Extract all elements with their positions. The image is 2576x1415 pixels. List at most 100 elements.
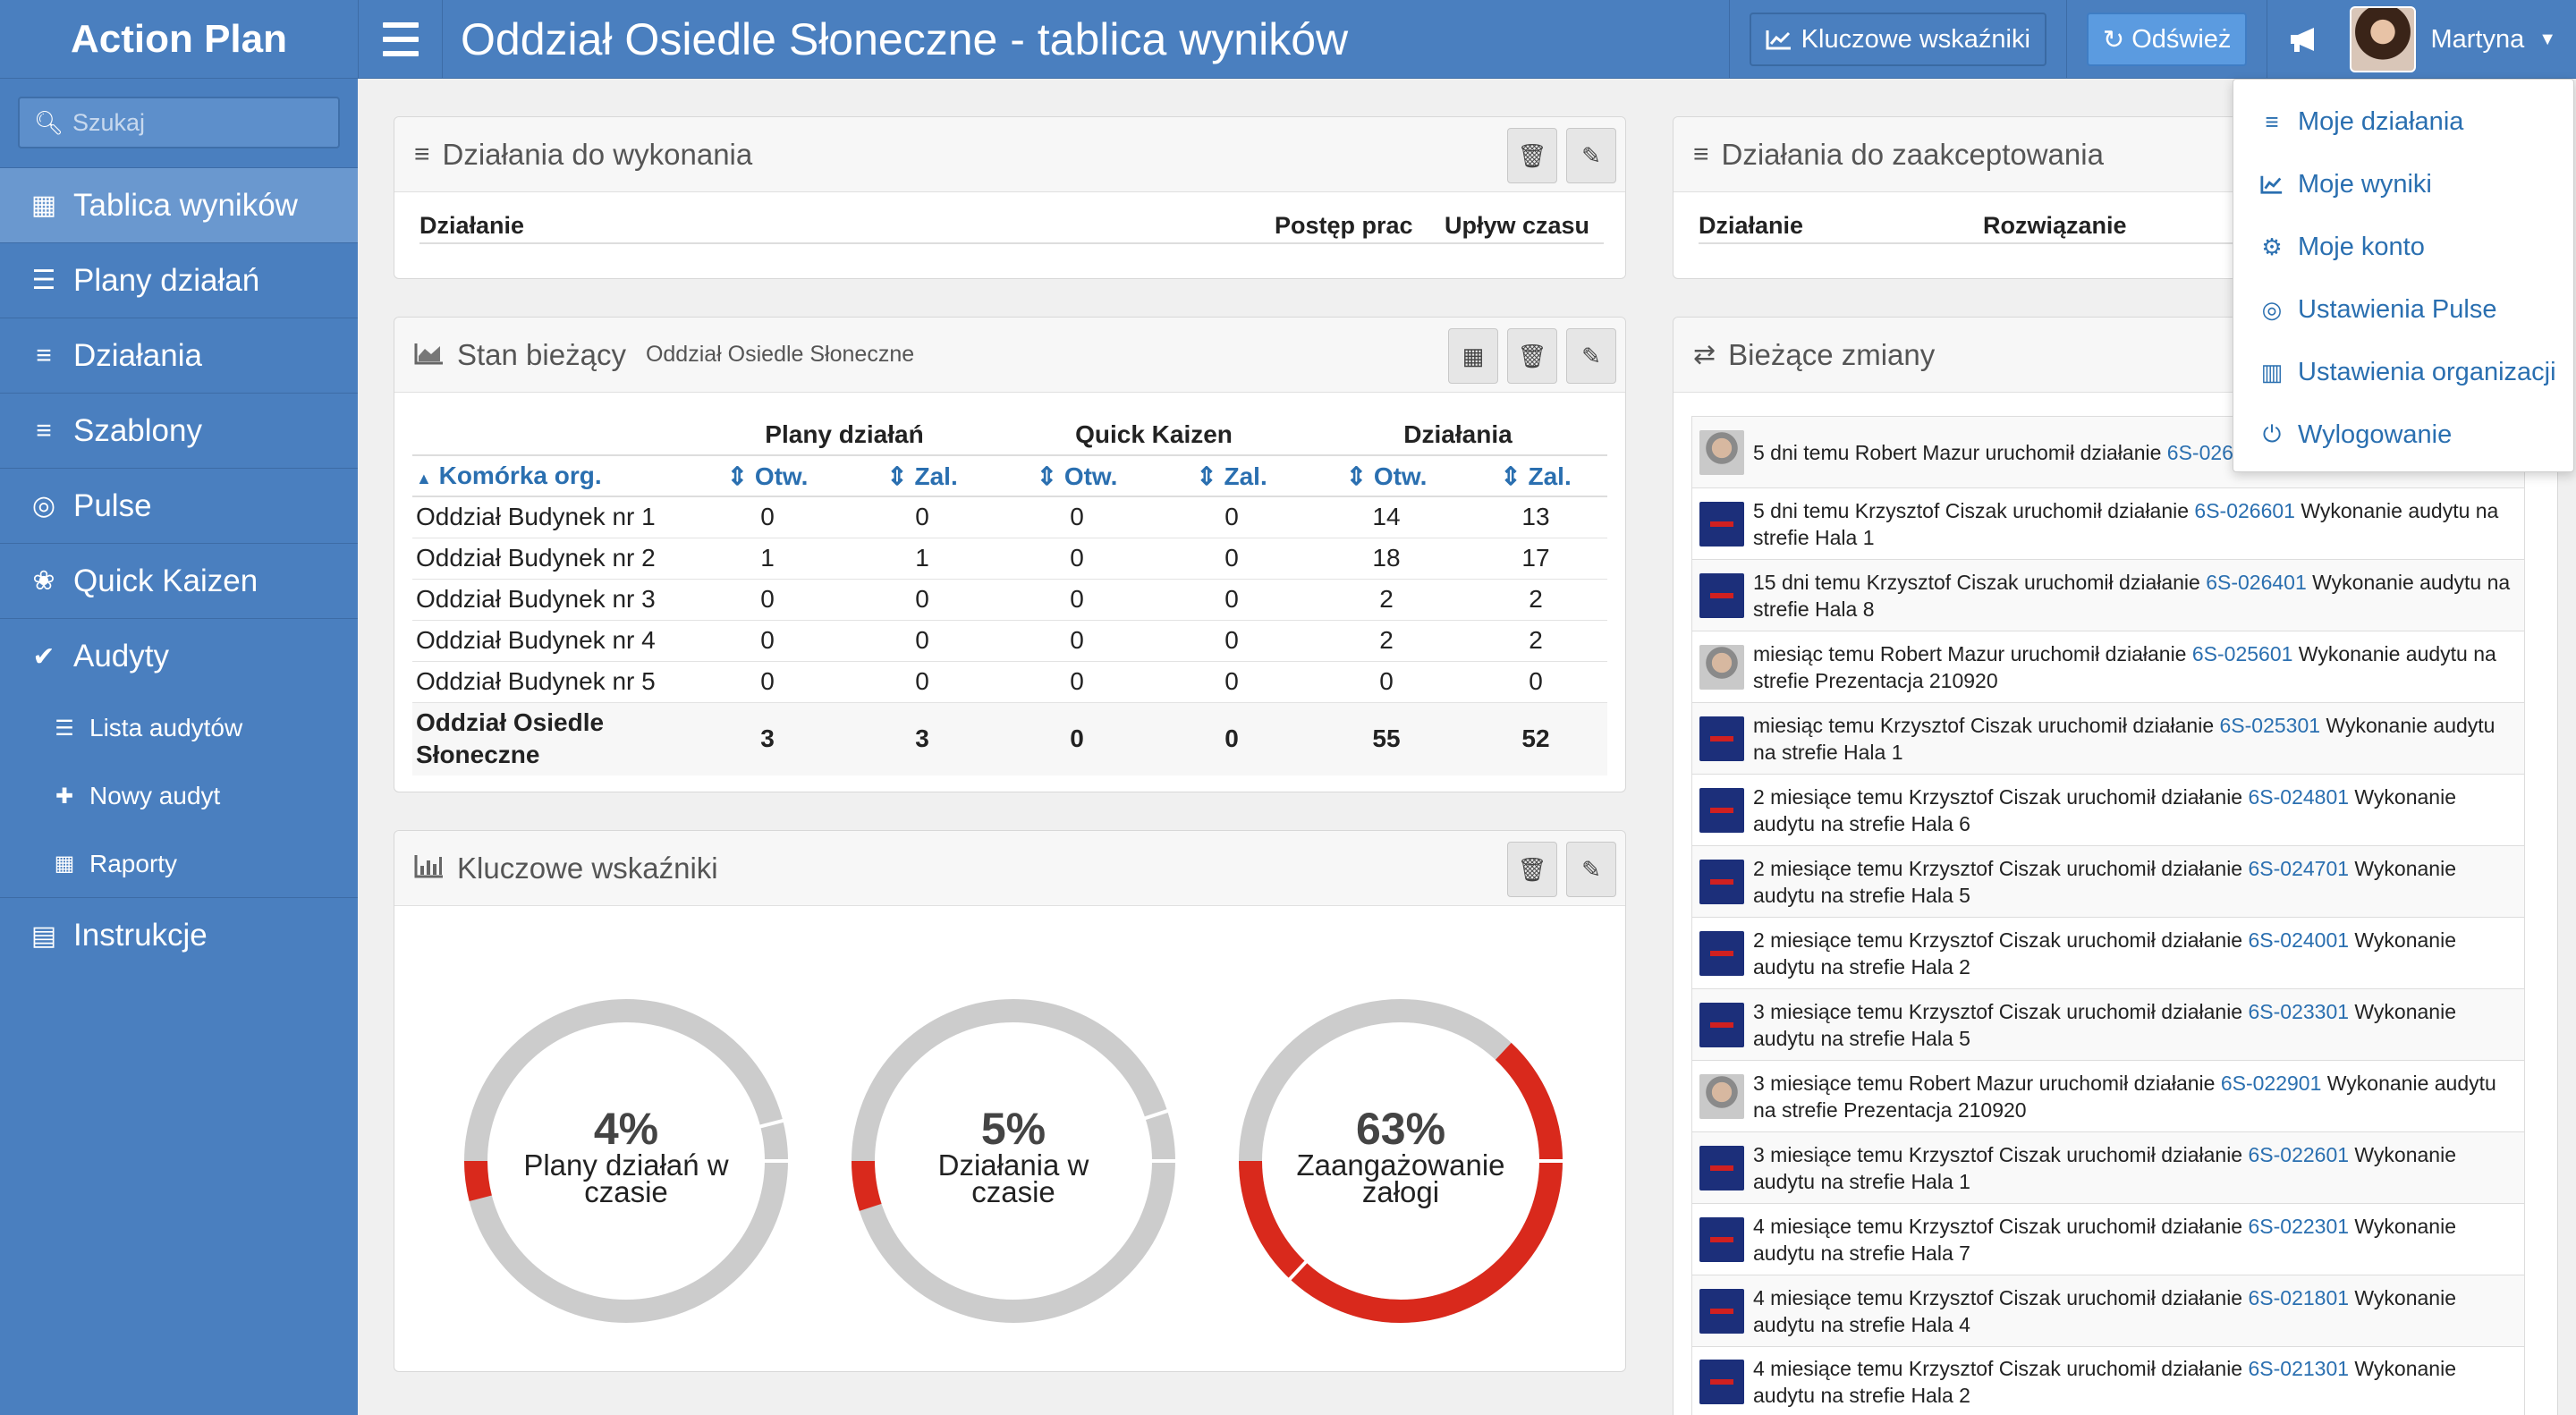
avatar: [1699, 1288, 1744, 1334]
table-cell: 13: [1464, 496, 1607, 538]
group-header: Quick Kaizen: [999, 414, 1309, 456]
sort-header[interactable]: ⇕ Otw.: [690, 455, 845, 497]
kpi-button[interactable]: Kluczowe wskaźniki: [1749, 13, 2046, 66]
panel-title: Działania do wykonania: [442, 137, 753, 171]
menu-item-my-results[interactable]: Moje wyniki: [2233, 153, 2573, 216]
brand-logo[interactable]: Action Plan: [0, 0, 358, 79]
lightbulb-icon: ❀: [32, 566, 55, 596]
sort-header[interactable]: ⇕ Otw.: [1309, 455, 1464, 497]
panel-current-state: Stan bieżący Oddział Osiedle Słoneczne ▦…: [394, 317, 1626, 792]
menu-item-my-actions[interactable]: ≡ Moje działania: [2233, 90, 2573, 153]
sidebar-item-templates[interactable]: ≡ Szablony: [0, 394, 358, 469]
panel-subtitle: Oddział Osiedle Słoneczne: [645, 342, 915, 367]
menu-item-org-settings[interactable]: ▥ Ustawienia organizacji: [2233, 341, 2573, 403]
column-header: Rozwiązanie: [1983, 212, 2127, 239]
avatar: [1699, 716, 1744, 761]
action-link[interactable]: 6S-022601: [2248, 1143, 2349, 1166]
sort-header-org-unit[interactable]: ▲ Komórka org.: [412, 455, 690, 497]
sidebar-item-quick-kaizen[interactable]: ❀ Quick Kaizen: [0, 544, 358, 619]
sidebar-item-actions[interactable]: ≡ Działania: [0, 318, 358, 394]
delete-button[interactable]: 🗑︎: [1507, 328, 1557, 384]
action-link[interactable]: 6S-023301: [2248, 1000, 2349, 1023]
table-row: Oddział Budynek nr 5000000: [412, 661, 1607, 703]
menu-item-label: Moje konto: [2298, 232, 2425, 261]
action-link[interactable]: 6S-024701: [2248, 857, 2349, 880]
megaphone-icon[interactable]: [2287, 25, 2321, 54]
column-header: Działanie: [1699, 212, 1804, 239]
org-unit-name[interactable]: Oddział Budynek nr 1: [412, 496, 690, 538]
delete-button[interactable]: 🗑︎: [1507, 842, 1557, 897]
target-icon: ◎: [31, 491, 56, 521]
org-unit-name[interactable]: Oddział Budynek nr 4: [412, 620, 690, 662]
table-cell: 0: [999, 538, 1155, 580]
exchange-icon: ⇄: [1693, 340, 1716, 369]
sidebar-subitem-reports[interactable]: ▦ Raporty: [0, 830, 358, 898]
edit-button[interactable]: ✎: [1566, 328, 1616, 384]
group-header: Plany działań: [690, 414, 999, 456]
org-unit-name[interactable]: Oddział Budynek nr 2: [412, 538, 690, 580]
list-item: 3 miesiące temu Robert Mazur uruchomił d…: [1691, 1060, 2525, 1131]
table-cell: 0: [845, 579, 999, 621]
avatar: [1699, 644, 1744, 690]
sidebar-item-audits[interactable]: ✔ Audyty: [0, 619, 358, 694]
action-link[interactable]: 6S-022301: [2248, 1215, 2349, 1238]
menu-item-logout[interactable]: ⏻ Wylogowanie: [2233, 403, 2573, 466]
user-menu-toggle[interactable]: Martyna ▼: [2341, 0, 2576, 79]
book-icon: ▤: [30, 920, 57, 951]
action-link[interactable]: 6S-025301: [2220, 714, 2321, 737]
action-link[interactable]: 6S-026601: [2194, 499, 2295, 522]
action-link[interactable]: 6S-022901: [2221, 1072, 2322, 1095]
list-icon: ☰: [31, 266, 56, 295]
kpi-button-label: Kluczowe wskaźniki: [1801, 24, 2030, 54]
action-link[interactable]: 6S-024801: [2248, 785, 2349, 809]
avatar: [1699, 930, 1744, 976]
avatar: [1699, 1216, 1744, 1262]
building-icon: ▥: [2260, 358, 2284, 386]
table-cell: 0: [999, 661, 1155, 703]
action-link[interactable]: 6S-026: [2167, 441, 2233, 464]
sidebar-subitem-new-audit[interactable]: ✚ Nowy audyt: [0, 762, 358, 830]
plus-icon: ✚: [55, 784, 74, 809]
sidebar-subitem-audit-list[interactable]: ☰ Lista audytów: [0, 694, 358, 762]
sort-header[interactable]: ⇕ Zal.: [845, 455, 999, 497]
column-header: Działanie: [419, 212, 525, 239]
feed-text: 3 miesiące temu Krzysztof Ciszak uruchom…: [1753, 999, 2456, 1050]
avatar: [1699, 787, 1744, 833]
avatar: [1699, 501, 1744, 547]
sort-header[interactable]: ⇕ Zal.: [1464, 455, 1607, 497]
sort-header[interactable]: ⇕ Zal.: [1155, 455, 1309, 497]
org-unit-name[interactable]: Oddział Budynek nr 5: [412, 661, 690, 703]
list-item: miesiąc temu Krzysztof Ciszak uruchomił …: [1691, 702, 2525, 774]
sidebar-item-action-plans[interactable]: ☰ Plany działań: [0, 243, 358, 318]
action-link[interactable]: 6S-021801: [2248, 1286, 2349, 1309]
sort-header[interactable]: ⇕ Otw.: [999, 455, 1155, 497]
menu-toggle-button[interactable]: [358, 0, 443, 79]
table-row: Oddział Budynek nr 4000022: [412, 620, 1607, 662]
sort-icon: ⇕: [886, 462, 908, 490]
action-link[interactable]: 6S-025601: [2192, 642, 2293, 665]
action-link[interactable]: 6S-021301: [2248, 1357, 2349, 1380]
sidebar-item-pulse[interactable]: ◎ Pulse: [0, 469, 358, 544]
action-link[interactable]: 6S-026401: [2206, 571, 2307, 594]
menu-item-my-account[interactable]: ⚙ Moje konto: [2233, 216, 2573, 278]
sidebar-item-dashboard[interactable]: ▦ Tablica wyników: [0, 168, 358, 243]
edit-button[interactable]: ✎: [1566, 842, 1616, 897]
org-unit-name[interactable]: Oddział Budynek nr 3: [412, 579, 690, 621]
feed-text: 15 dni temu Krzysztof Ciszak uruchomił d…: [1753, 570, 2511, 621]
sidebar-item-instructions[interactable]: ▤ Instrukcje: [0, 898, 358, 973]
refresh-button[interactable]: ↻ Odśwież: [2086, 13, 2248, 66]
table-view-button[interactable]: ▦: [1448, 328, 1498, 384]
menu-item-label: Moje działania: [2298, 106, 2464, 136]
delete-button[interactable]: 🗑︎: [1507, 128, 1557, 183]
menu-item-pulse-settings[interactable]: ◎ Ustawienia Pulse: [2233, 278, 2573, 341]
table-cell: 1: [845, 538, 999, 580]
feed-text: 5 dni temu Krzysztof Ciszak uruchomił dz…: [1753, 498, 2499, 549]
action-link[interactable]: 6S-024001: [2248, 928, 2349, 952]
search-input[interactable]: [72, 108, 324, 137]
edit-button[interactable]: ✎: [1566, 128, 1616, 183]
list-item: 2 miesiące temu Krzysztof Ciszak uruchom…: [1691, 774, 2525, 845]
avatar: [2350, 6, 2417, 72]
feed-text: 3 miesiące temu Krzysztof Ciszak uruchom…: [1753, 1142, 2456, 1193]
caret-down-icon: ▼: [2538, 29, 2556, 49]
table-total-row: Oddział Osiedle Słoneczne 3 3 0 0 55 52: [412, 702, 1607, 775]
